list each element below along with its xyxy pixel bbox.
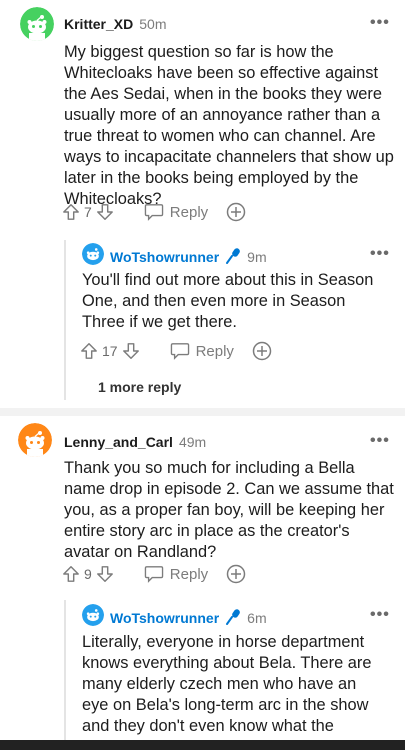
vote-group: 7 — [62, 203, 114, 221]
upvote-icon[interactable] — [62, 203, 80, 221]
user-avatar[interactable] — [82, 243, 104, 265]
reply-label: Reply — [195, 342, 234, 360]
comment-header: Kritter_XD 50m — [64, 16, 166, 32]
vote-group: 17 — [80, 342, 140, 360]
more-replies-link[interactable]: 1 more reply — [98, 379, 181, 395]
award-icon[interactable] — [226, 564, 246, 584]
timestamp: 9m — [247, 249, 267, 265]
reply-button[interactable]: Reply — [144, 203, 208, 221]
reply-icon — [144, 566, 164, 583]
more-options-icon[interactable]: ••• — [370, 606, 390, 624]
comment-header: WoTshowrunner 9m — [110, 247, 267, 265]
system-navigation-bar — [0, 740, 405, 750]
timestamp: 6m — [247, 610, 267, 626]
comment-body: You'll find out more about this in Seaso… — [82, 271, 374, 331]
username[interactable]: WoTshowrunner — [110, 610, 219, 626]
reply-label: Reply — [169, 565, 209, 583]
comment-actions: 9 Reply — [62, 564, 246, 584]
vote-count: 17 — [102, 343, 118, 359]
comment-actions: 17 Reply — [80, 341, 272, 361]
timestamp: 49m — [178, 434, 207, 450]
comment-header: Lenny_and_Carl 49m — [64, 434, 206, 450]
downvote-icon[interactable] — [122, 342, 140, 360]
comment-body: My biggest question so far is how the Wh… — [64, 43, 394, 208]
reply-icon — [144, 204, 164, 221]
upvote-icon[interactable] — [62, 565, 80, 583]
reply-icon — [170, 343, 189, 360]
more-options-icon[interactable]: ••• — [370, 245, 390, 263]
award-icon[interactable] — [226, 202, 246, 222]
downvote-icon[interactable] — [96, 203, 114, 221]
vote-count: 9 — [84, 566, 92, 582]
user-avatar[interactable] — [82, 604, 104, 626]
user-avatar[interactable] — [20, 7, 54, 41]
vote-group: 9 — [62, 565, 114, 583]
comment-actions: 7 Reply — [62, 202, 246, 222]
comment-body: Thank you so much for including a Bella … — [64, 459, 394, 561]
timestamp: 50m — [139, 16, 167, 32]
downvote-icon[interactable] — [96, 565, 114, 583]
more-options-icon[interactable]: ••• — [370, 432, 390, 450]
comment-body: Literally, everyone in horse department … — [82, 633, 372, 740]
thread-line[interactable] — [64, 600, 66, 740]
username[interactable]: Kritter_XD — [64, 16, 133, 32]
upvote-icon[interactable] — [80, 342, 98, 360]
more-options-icon[interactable]: ••• — [370, 14, 390, 32]
microphone-icon — [226, 248, 241, 264]
reply-button[interactable]: Reply — [144, 565, 208, 583]
reply-label: Reply — [169, 203, 209, 221]
comment-divider — [0, 408, 405, 416]
vote-count: 7 — [84, 204, 92, 220]
award-icon[interactable] — [252, 341, 272, 361]
user-avatar[interactable] — [18, 423, 52, 457]
comment-header: WoTshowrunner 6m — [110, 608, 267, 626]
thread-line[interactable] — [64, 240, 66, 400]
reply-button[interactable]: Reply — [170, 342, 234, 360]
username[interactable]: WoTshowrunner — [110, 249, 219, 265]
microphone-icon — [226, 609, 241, 625]
username[interactable]: Lenny_and_Carl — [64, 434, 173, 450]
